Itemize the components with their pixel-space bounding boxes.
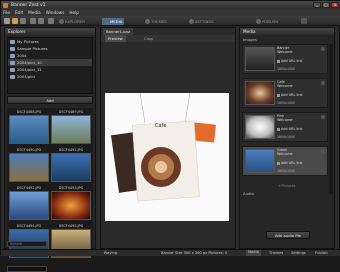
remove-icon[interactable] [321,149,325,153]
close-button[interactable]: x [331,2,339,8]
menu-help[interactable]: Help [69,10,79,15]
tree-item[interactable]: My Pictures [8,38,92,45]
refresh-icon[interactable] [48,18,54,24]
add-pictures-link[interactable]: +Pictures [240,184,334,188]
link-icon [277,59,280,63]
explorer-title: Explorer [8,29,26,34]
tab-explorer[interactable]: EXPLORER [59,18,85,25]
remove-icon[interactable] [321,115,325,119]
thumbnail-image [9,115,49,144]
thumbnail-image [51,115,91,144]
open-icon[interactable] [12,18,18,24]
thumbnail-image [51,153,91,182]
tab-publish[interactable]: PUBLISH [256,18,278,25]
images-label: Images [243,37,257,42]
folder-icon [10,46,15,51]
editor-panel: Banner1.bnz Preview Crop Cafe [100,27,236,249]
media-item-selected[interactable]: Green Welcome Add URL link 1600x1000 [242,146,328,176]
add-audio-button[interactable]: Add audio file [266,231,310,239]
link-icon [277,127,280,131]
minimize-button[interactable]: _ [313,2,321,8]
folder-icon [10,60,15,65]
explorer-panel: Explorer My Pictures Sample Pictures 200… [4,27,96,272]
tab-settings[interactable]: SETTINGS [189,18,214,25]
publish-icon [256,19,261,24]
tree-item[interactable]: 2004/pict_11 [8,66,92,73]
banner-preview: Cafe [105,92,229,221]
bottom-tab-publish[interactable]: Publish [315,251,328,255]
help-icon[interactable] [301,18,307,24]
explorer-header: Explorer [5,28,95,35]
media-panel: Media Images Banner Welcome Add URL link … [239,27,335,249]
thumbnail[interactable]: DSCF4490.JPG [9,148,49,182]
banner-info: Banner Size 300 x 300 px Pictures: 5 [161,251,228,255]
thumbnail[interactable]: DSCF4491.JPG [51,148,91,182]
media-thumbnail [245,115,275,139]
thumbnail[interactable]: DSCF4492.JPG [9,186,49,220]
tree-item[interactable]: 2004 [8,52,92,59]
remove-icon[interactable] [321,81,325,85]
undo-icon[interactable] [30,18,36,24]
media-scrollbar[interactable] [329,44,333,194]
banner-preview-image [105,92,229,221]
add-button[interactable]: Add [7,96,93,104]
gear-icon [189,19,194,24]
thumbnail-image [9,153,49,182]
link-icon [277,161,280,165]
bottom-tab-themes[interactable]: Themes [269,251,283,255]
menu-edit[interactable]: Edit [15,10,23,15]
app-icon [3,2,8,8]
document-tab[interactable]: Banner1.bnz [103,28,134,35]
app-window: Banner Zest v1 _ □ x File Edit Media Win… [0,0,340,272]
thumbnail[interactable]: DSCF4489.JPG [51,110,91,144]
media-icon [104,19,109,24]
folder-icon [10,67,15,72]
folder-icon [10,74,15,79]
tab-media[interactable]: MEDIA [102,18,125,25]
menu-bar: File Edit Media Windows Help [1,9,340,16]
bottom-tab-settings[interactable]: Settings [291,251,306,255]
tab-preview[interactable]: Preview [105,35,126,42]
menu-file[interactable]: File [3,10,10,15]
search-input[interactable]: Search [7,241,47,247]
new-icon[interactable] [4,18,10,24]
media-item[interactable]: Pink Welcome Add URL link 1600x1000 [242,112,328,142]
menu-media[interactable]: Media [28,10,41,15]
media-thumbnail [245,47,275,71]
tab-themes[interactable]: THEMES [145,18,167,25]
thumbnail-image [51,191,91,220]
remove-icon[interactable] [321,47,325,51]
bottom-tab-media[interactable]: Media [246,250,261,256]
tree-item[interactable]: 2004/pict [8,73,92,80]
tab-crop[interactable]: Crop [141,35,156,42]
thumbnail-image [9,191,49,220]
folder-tree: My Pictures Sample Pictures 2004 2004/pi… [7,37,93,94]
thumbnail[interactable]: DSCF4488.JPG [9,110,49,144]
folder-icon [10,53,15,58]
audio-label: Audio [243,191,254,196]
playback-status: Playing [104,251,118,255]
redo-icon[interactable] [38,18,44,24]
save-icon[interactable] [20,18,26,24]
maximize-button[interactable]: □ [322,2,330,8]
media-header: Media [240,28,334,35]
tree-item[interactable]: 2004/pict_10 [8,59,92,66]
media-thumbnail [245,149,275,173]
folder-icon [10,39,15,44]
window-title: Banner Zest v1 [11,2,46,8]
tree-item[interactable]: Sample Pictures [8,45,92,52]
media-item[interactable]: Banner Welcome Add URL link 1600x1000 [242,44,328,74]
thumbnail[interactable]: DSCF4493.JPG [51,186,91,220]
media-thumbnail [245,81,275,105]
media-item[interactable]: Cafe Welcome Add URL link 1600x1000 [242,78,328,108]
media-title: Media [243,29,256,34]
toolbar: EXPLORER MEDIA THEMES SETTINGS PUBLISH [1,16,340,26]
title-bar: Banner Zest v1 _ □ x [1,1,340,9]
star-icon [145,19,150,24]
thumbnail-grid: DSCF4488.JPG DSCF4489.JPG DSCF4490.JPG D… [7,108,93,263]
menu-windows[interactable]: Windows [46,10,65,15]
explorer-icon [59,19,64,24]
link-icon [277,93,280,97]
banner-caption: Cafe [155,123,167,129]
